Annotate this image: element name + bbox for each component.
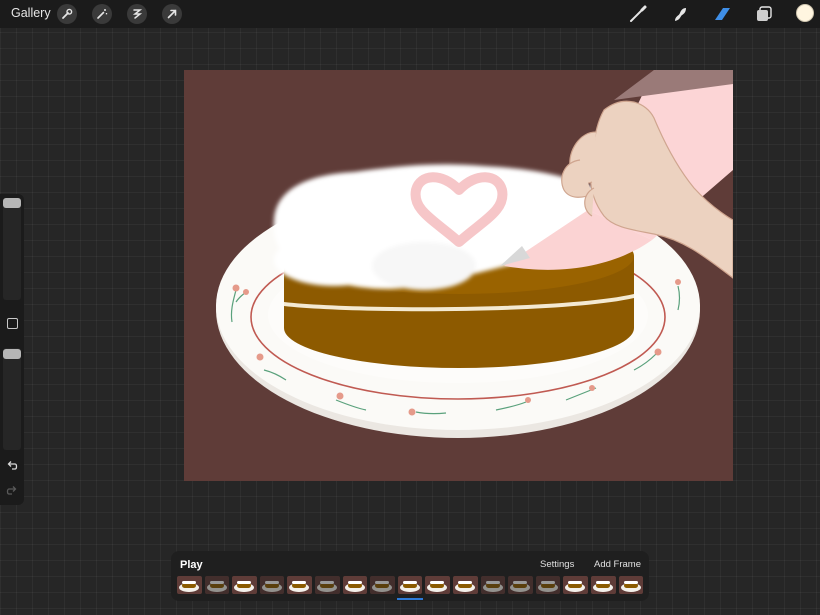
redo-icon[interactable] — [5, 483, 19, 497]
gallery-button[interactable]: Gallery — [11, 6, 51, 20]
thumb-cream — [430, 581, 445, 584]
frame-thumbnail[interactable] — [480, 576, 506, 594]
frame-strip — [177, 576, 644, 594]
brush-size-slider[interactable] — [3, 198, 21, 300]
opacity-handle[interactable] — [3, 349, 21, 359]
eraser-icon[interactable] — [710, 3, 734, 25]
left-sidebar — [0, 194, 24, 505]
animation-panel: Play Settings Add Frame — [171, 551, 649, 601]
thumb-cream — [402, 581, 417, 584]
thumb-cream — [319, 581, 334, 584]
thumb-cream — [292, 581, 307, 584]
frame-thumbnail[interactable] — [259, 576, 285, 594]
frame-thumbnail[interactable] — [563, 576, 588, 594]
magic-wand-icon[interactable] — [92, 4, 112, 24]
thumb-cream — [209, 581, 224, 584]
frame-thumbnail[interactable] — [177, 576, 202, 594]
thumb-cream — [182, 581, 196, 584]
thumb-cream — [595, 581, 610, 584]
thumb-cream — [457, 581, 472, 584]
smudge-icon[interactable] — [668, 3, 692, 25]
layers-icon[interactable] — [752, 3, 776, 25]
thumb-cream — [623, 581, 638, 584]
thumb-cream — [237, 581, 252, 584]
frame-thumbnail[interactable] — [425, 576, 450, 594]
thumb-cream — [264, 581, 279, 584]
thumb-cream — [375, 581, 390, 584]
thumb-cream — [347, 581, 362, 584]
selected-frame-indicator — [397, 598, 423, 600]
transform-arrow-icon[interactable] — [162, 4, 182, 24]
selection-icon[interactable] — [127, 4, 147, 24]
top-toolbar: Gallery — [0, 0, 820, 28]
brush-size-handle[interactable] — [3, 198, 21, 208]
undo-icon[interactable] — [5, 458, 19, 472]
frame-thumbnail[interactable] — [370, 576, 395, 594]
frame-thumbnail[interactable] — [232, 576, 257, 594]
frame-thumbnail[interactable] — [590, 576, 616, 594]
frame-thumbnail[interactable] — [287, 576, 312, 594]
color-picker-button[interactable] — [796, 4, 814, 22]
brush-icon[interactable] — [626, 3, 650, 25]
drawing-canvas[interactable] — [184, 70, 733, 481]
opacity-slider[interactable] — [3, 348, 21, 450]
thumb-cream — [568, 581, 583, 584]
frame-thumbnail[interactable] — [342, 576, 368, 594]
wrench-icon[interactable] — [57, 4, 77, 24]
modifier-square-icon[interactable] — [7, 318, 18, 329]
thumb-cream — [540, 581, 555, 584]
add-frame-button[interactable]: Add Frame — [594, 559, 641, 570]
frame-thumbnail[interactable] — [314, 576, 340, 594]
thumb-cream — [485, 581, 500, 584]
thumb-cream — [513, 581, 528, 584]
frame-thumbnail[interactable] — [204, 576, 230, 594]
settings-button[interactable]: Settings — [540, 559, 574, 570]
frame-thumbnail[interactable] — [508, 576, 533, 594]
frame-thumbnail[interactable] — [618, 576, 644, 594]
frame-thumbnail[interactable] — [535, 576, 561, 594]
cake-artwork — [216, 70, 733, 438]
play-button[interactable]: Play — [180, 559, 203, 571]
frame-thumbnail[interactable] — [452, 576, 478, 594]
frame-thumbnail[interactable] — [397, 576, 423, 594]
